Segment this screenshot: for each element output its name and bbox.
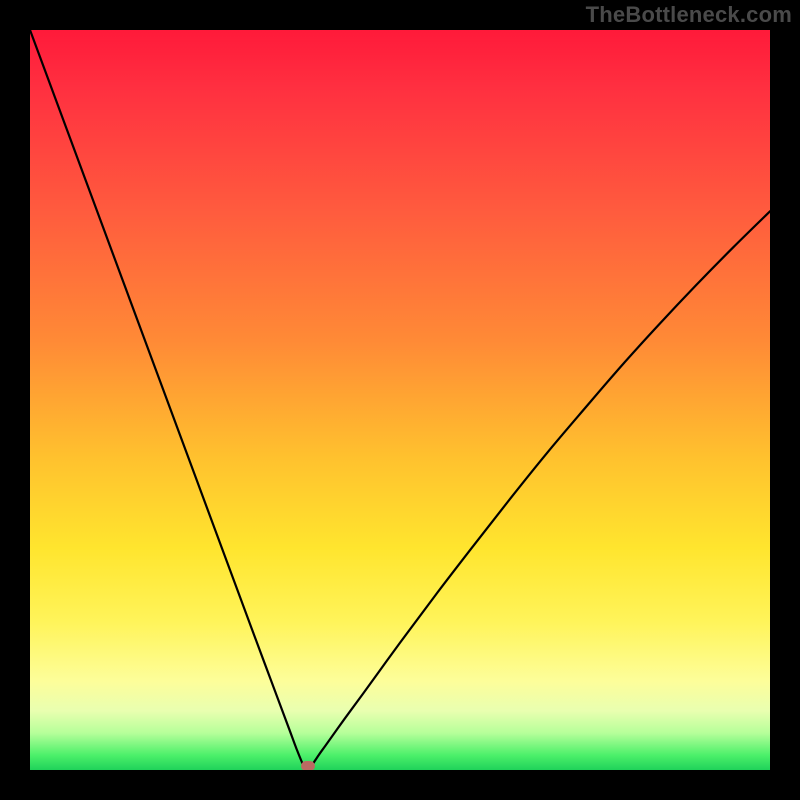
chart-frame: TheBottleneck.com bbox=[0, 0, 800, 800]
plot-area bbox=[30, 30, 770, 770]
attribution-watermark: TheBottleneck.com bbox=[586, 2, 792, 28]
bottleneck-curve bbox=[30, 30, 770, 770]
optimum-marker bbox=[301, 761, 315, 770]
